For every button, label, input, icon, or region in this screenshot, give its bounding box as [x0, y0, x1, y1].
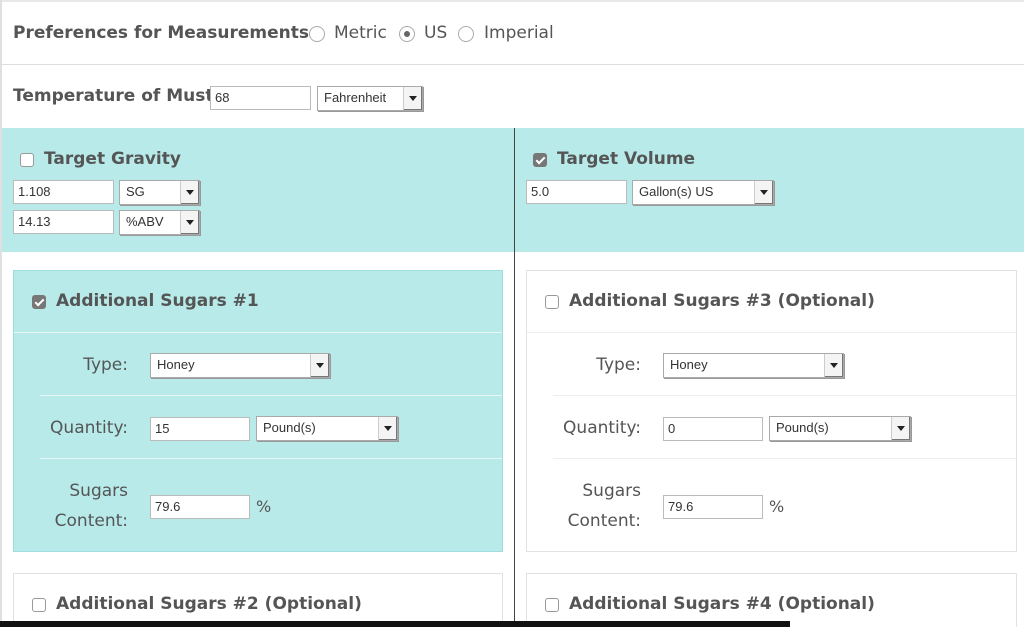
- sugars-3-label: Additional Sugars #3 (Optional): [569, 291, 875, 311]
- volume-unit-select[interactable]: Gallon(s) US: [632, 180, 774, 205]
- sugars-4-label: Additional Sugars #4 (Optional): [569, 594, 875, 614]
- divider: [553, 458, 1016, 459]
- chevron-down-icon: [310, 354, 329, 377]
- sugars-1-type-label: Type:: [83, 355, 128, 375]
- abv-input[interactable]: 14.13: [13, 210, 114, 234]
- divider: [553, 395, 1016, 396]
- temperature-input[interactable]: 68: [210, 86, 311, 110]
- divider: [0, 64, 1024, 65]
- target-volume-checkbox[interactable]: [533, 153, 547, 167]
- chevron-down-icon: [378, 417, 397, 440]
- sugars-1-checkbox[interactable]: [32, 295, 46, 309]
- radio-imperial-label[interactable]: Imperial: [484, 23, 554, 43]
- sugars-1-quantity-input[interactable]: 15: [150, 417, 250, 441]
- sugars-2-checkbox[interactable]: [32, 598, 46, 612]
- sugars-1-quantity-label: Quantity:: [50, 418, 128, 438]
- chevron-down-icon: [754, 181, 773, 204]
- target-gravity-checkbox[interactable]: [20, 153, 34, 167]
- chevron-down-icon: [180, 181, 199, 204]
- sugars-3-percent: %: [769, 497, 785, 516]
- vertical-divider: [514, 128, 515, 627]
- sugars-1-quantity-unit-select[interactable]: Pound(s): [256, 416, 398, 441]
- sugars-3-type-value: Honey: [670, 357, 708, 372]
- radio-us-label[interactable]: US: [424, 23, 447, 43]
- sugars-3-quantity-unit-select[interactable]: Pound(s): [769, 416, 911, 441]
- sugars-1-type-value: Honey: [157, 357, 195, 372]
- sugars-1-content-input[interactable]: 79.6: [150, 495, 250, 519]
- divider: [40, 458, 502, 459]
- sugars-3-content-input[interactable]: 79.6: [663, 495, 763, 519]
- sugars-3-checkbox[interactable]: [545, 295, 559, 309]
- chevron-down-icon: [891, 417, 910, 440]
- sugars-1-quantity-unit-value: Pound(s): [263, 420, 316, 435]
- volume-input[interactable]: 5.0: [526, 180, 627, 204]
- sugars-3-content-label-2: Content:: [567, 511, 641, 531]
- bottom-edge: [0, 621, 790, 627]
- gravity-input[interactable]: 1.108: [13, 180, 114, 204]
- temperature-unit-value: Fahrenheit: [324, 90, 387, 105]
- divider: [40, 395, 502, 396]
- temperature-unit-select[interactable]: Fahrenheit: [317, 86, 423, 111]
- sugars-4-checkbox[interactable]: [545, 598, 559, 612]
- left-border: [0, 0, 2, 627]
- radio-imperial[interactable]: [458, 26, 474, 42]
- radio-us[interactable]: [399, 26, 415, 42]
- sugars-3-content-label-1: Sugars: [582, 481, 641, 501]
- temperature-label: Temperature of Must: [13, 86, 214, 106]
- chevron-down-icon: [403, 87, 422, 110]
- sugars-3-quantity-input[interactable]: 0: [663, 417, 763, 441]
- sugars-3-quantity-unit-value: Pound(s): [776, 420, 829, 435]
- sugars-1-content-label-2: Content:: [54, 511, 128, 531]
- chevron-down-icon: [824, 354, 843, 377]
- sugars-1-percent: %: [256, 497, 272, 516]
- sugars-3-quantity-label: Quantity:: [563, 418, 641, 438]
- radio-metric-label[interactable]: Metric: [334, 23, 387, 43]
- top-border: [0, 0, 1024, 2]
- chevron-down-icon: [180, 211, 199, 234]
- sugars-1-label: Additional Sugars #1: [56, 291, 259, 311]
- preferences-label: Preferences for Measurements:: [13, 23, 316, 43]
- abv-unit-select[interactable]: %ABV: [119, 210, 200, 235]
- gravity-unit-select[interactable]: SG: [119, 180, 200, 205]
- sugars-3-type-label: Type:: [596, 355, 641, 375]
- target-volume-label: Target Volume: [557, 149, 696, 169]
- sugars-1-content-label-1: Sugars: [69, 481, 128, 501]
- radio-metric[interactable]: [309, 26, 325, 42]
- gravity-unit-value: SG: [126, 184, 145, 199]
- sugars-2-label: Additional Sugars #2 (Optional): [56, 594, 362, 614]
- abv-unit-value: %ABV: [126, 214, 164, 229]
- sugars-3-type-select[interactable]: Honey: [663, 353, 844, 378]
- target-gravity-label: Target Gravity: [44, 149, 181, 169]
- volume-unit-value: Gallon(s) US: [639, 184, 714, 199]
- divider: [14, 332, 502, 333]
- divider: [527, 332, 1016, 333]
- sugars-1-type-select[interactable]: Honey: [150, 353, 330, 378]
